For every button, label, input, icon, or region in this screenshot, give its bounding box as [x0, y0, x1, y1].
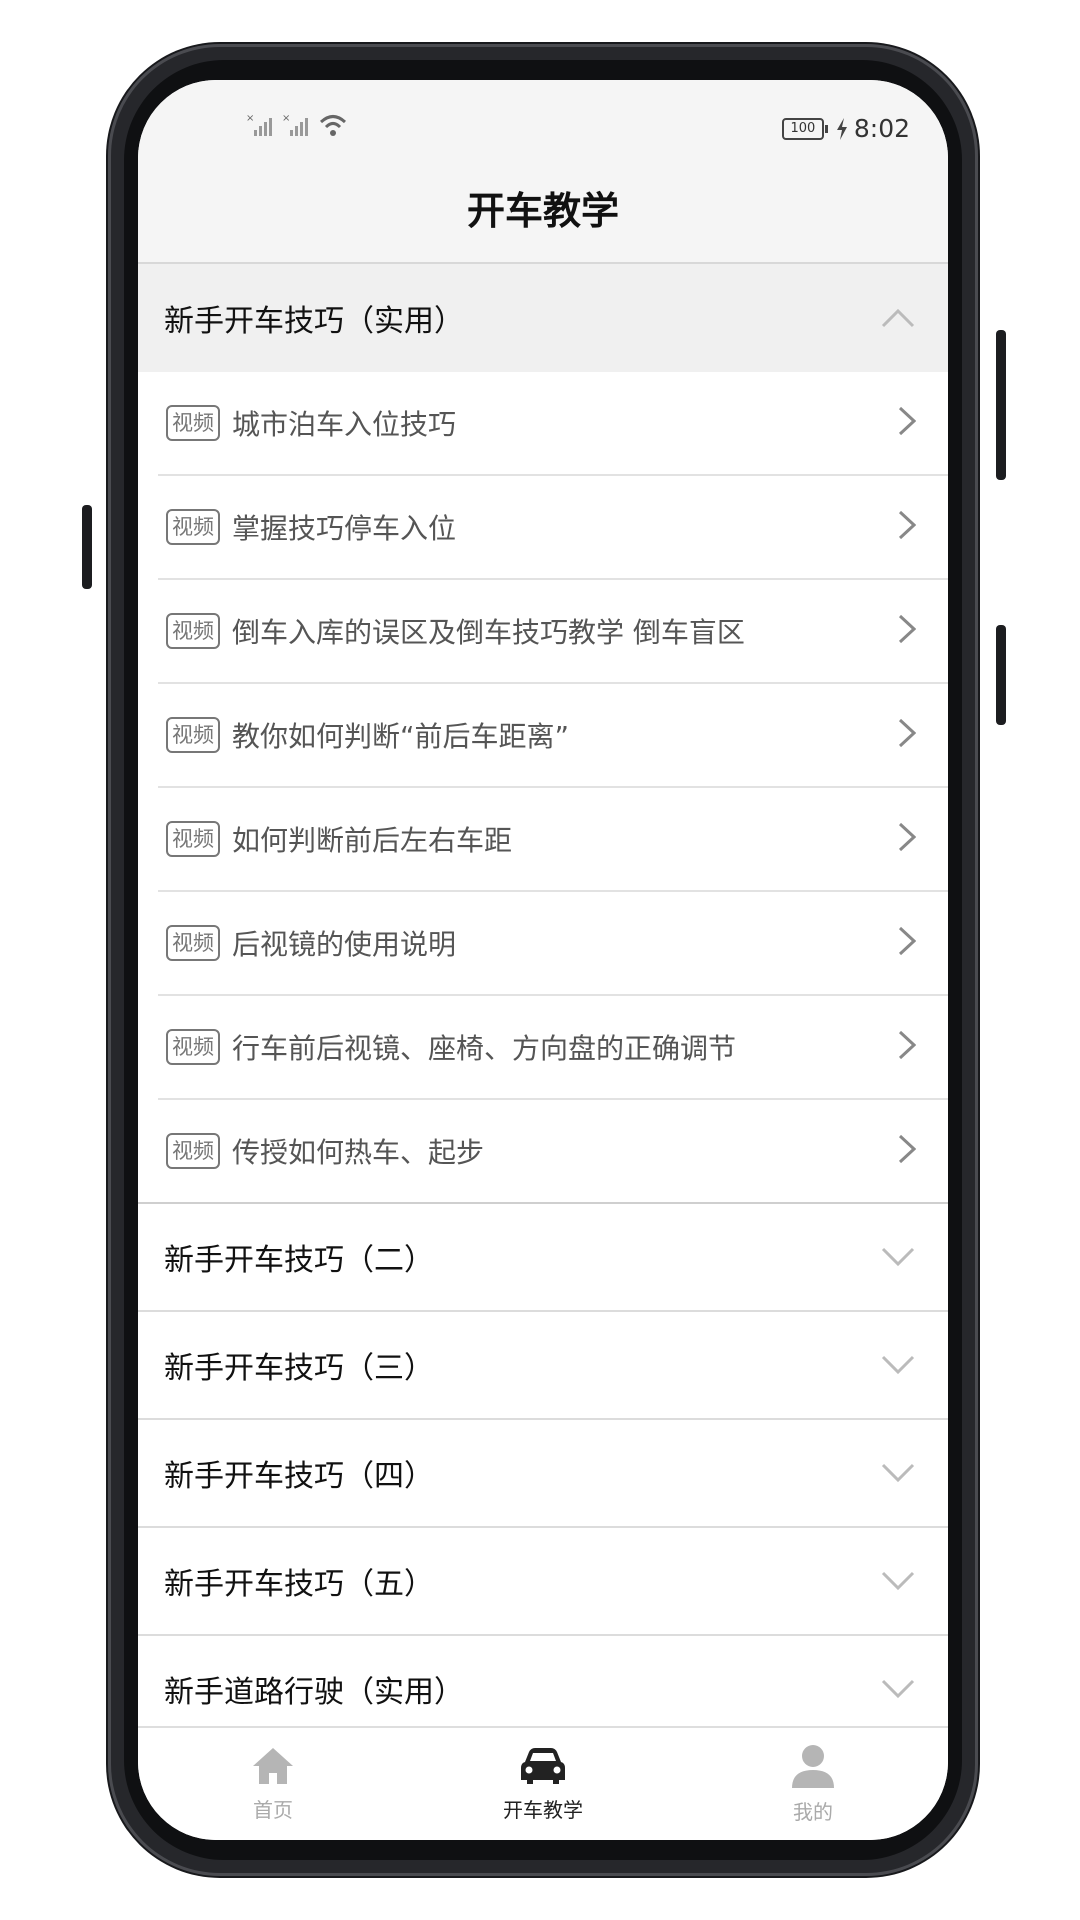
group-title: 新手开车技巧（实用） — [164, 304, 464, 339]
video-title: 城市泊车入位技巧 — [232, 408, 457, 441]
tab-label: 首页 — [253, 1797, 293, 1822]
video-title: 如何判断前后左右车距 — [232, 824, 513, 857]
tab-label: 开车教学 — [503, 1797, 583, 1822]
group-header[interactable]: 新手开车技巧（五） — [138, 1528, 948, 1636]
video-item-content: 视频 倒车入库的误区及倒车技巧教学 倒车盲区 — [166, 611, 745, 651]
chevron-right-icon — [898, 822, 917, 856]
video-title: 传授如何热车、起步 — [232, 1136, 485, 1169]
chevron-right-icon — [898, 926, 917, 960]
group-title: 新手开车技巧（五） — [164, 1567, 434, 1602]
tab-label: 我的 — [793, 1799, 833, 1824]
chevron-right-icon — [898, 510, 917, 544]
video-badge: 视频 — [166, 613, 220, 649]
video-badge: 视频 — [166, 821, 220, 857]
group-header[interactable]: 新手开车技巧（二） — [138, 1204, 948, 1312]
video-badge: 视频 — [166, 717, 220, 753]
video-item-content: 视频 城市泊车入位技巧 — [166, 403, 456, 443]
video-item-content: 视频 教你如何判断“前后车距离” — [166, 715, 569, 755]
chevron-right-icon — [898, 718, 917, 752]
screen: × × 100 8:02 开车教学 新手开车技巧（实用） 视频 城市泊车入位技巧… — [138, 80, 948, 1840]
battery-icon: 100 — [781, 117, 828, 140]
car-icon — [519, 1746, 567, 1790]
video-badge: 视频 — [166, 509, 220, 545]
video-item-content: 视频 后视镜的使用说明 — [166, 923, 456, 963]
tab-car[interactable]: 开车教学 — [408, 1728, 678, 1840]
video-list-item[interactable]: 视频 传授如何热车、起步 — [138, 1100, 948, 1204]
video-badge: 视频 — [166, 405, 220, 441]
chevron-right-icon — [898, 1134, 917, 1168]
video-list-item[interactable]: 视频 后视镜的使用说明 — [158, 892, 948, 996]
side-button-right-top — [996, 330, 1006, 480]
side-button-left — [82, 505, 92, 589]
chevron-down-icon — [878, 1345, 918, 1385]
chevron-right-icon — [898, 1030, 917, 1064]
clock: 8:02 — [853, 114, 910, 143]
top-bar: × × 100 8:02 开车教学 — [138, 80, 948, 264]
chevron-down-icon — [878, 1237, 918, 1277]
video-title: 行车前后视镜、座椅、方向盘的正确调节 — [232, 1032, 737, 1065]
group-title: 新手开车技巧（二） — [164, 1243, 434, 1278]
page-title: 开车教学 — [466, 189, 619, 233]
video-title: 掌握技巧停车入位 — [232, 512, 457, 545]
video-badge: 视频 — [166, 1029, 220, 1065]
wifi-icon — [319, 115, 347, 136]
chevron-up-icon — [878, 298, 918, 338]
charging-icon — [836, 117, 847, 140]
video-list-item[interactable]: 视频 行车前后视镜、座椅、方向盘的正确调节 — [158, 996, 948, 1100]
svg-text:×: × — [282, 113, 290, 124]
video-badge: 视频 — [166, 1133, 220, 1169]
signal-off-icon: × — [246, 113, 272, 136]
tab-home[interactable]: 首页 — [138, 1728, 408, 1840]
chevron-right-icon — [898, 406, 917, 440]
video-list-item[interactable]: 视频 如何判断前后左右车距 — [158, 788, 948, 892]
group-header[interactable]: 新手开车技巧（三） — [138, 1312, 948, 1420]
video-item-content: 视频 传授如何热车、起步 — [166, 1131, 484, 1171]
signal-off-icon-2: × — [282, 113, 308, 136]
side-button-right-bottom — [996, 625, 1006, 725]
video-item-content: 视频 行车前后视镜、座椅、方向盘的正确调节 — [166, 1027, 736, 1067]
video-item-content: 视频 掌握技巧停车入位 — [166, 507, 456, 547]
video-list-item[interactable]: 视频 掌握技巧停车入位 — [158, 476, 948, 580]
video-item-content: 视频 如何判断前后左右车距 — [166, 819, 512, 859]
course-list: 新手开车技巧（实用） 视频 城市泊车入位技巧 视频 掌握技巧停车入位 视频 倒车入库的误区及… — [138, 264, 948, 1744]
chevron-right-icon — [898, 614, 917, 648]
svg-text:×: × — [246, 113, 254, 124]
video-title: 倒车入库的误区及倒车技巧教学 倒车盲区 — [232, 616, 745, 649]
person-icon — [790, 1744, 836, 1792]
chevron-down-icon — [878, 1453, 918, 1493]
tab-person[interactable]: 我的 — [678, 1728, 948, 1840]
video-title: 教你如何判断“前后车距离” — [232, 720, 570, 753]
status-icons-left: × × — [246, 112, 348, 138]
group-title: 新手开车技巧（四） — [164, 1459, 434, 1494]
group-header[interactable]: 新手开车技巧（实用） — [138, 264, 948, 372]
home-icon — [251, 1746, 295, 1790]
video-list-item[interactable]: 视频 城市泊车入位技巧 — [158, 372, 948, 476]
bottom-tab-bar: 首页 开车教学 我的 — [138, 1726, 948, 1840]
chevron-down-icon — [878, 1669, 918, 1709]
video-badge: 视频 — [166, 925, 220, 961]
status-icons-right: 100 8:02 — [781, 114, 910, 143]
video-title: 后视镜的使用说明 — [232, 928, 457, 961]
group-title: 新手开车技巧（三） — [164, 1351, 434, 1386]
chevron-down-icon — [878, 1561, 918, 1601]
group-title: 新手道路行驶（实用） — [164, 1675, 464, 1710]
video-list-item[interactable]: 视频 教你如何判断“前后车距离” — [158, 684, 948, 788]
video-list-item[interactable]: 视频 倒车入库的误区及倒车技巧教学 倒车盲区 — [158, 580, 948, 684]
group-header[interactable]: 新手开车技巧（四） — [138, 1420, 948, 1528]
